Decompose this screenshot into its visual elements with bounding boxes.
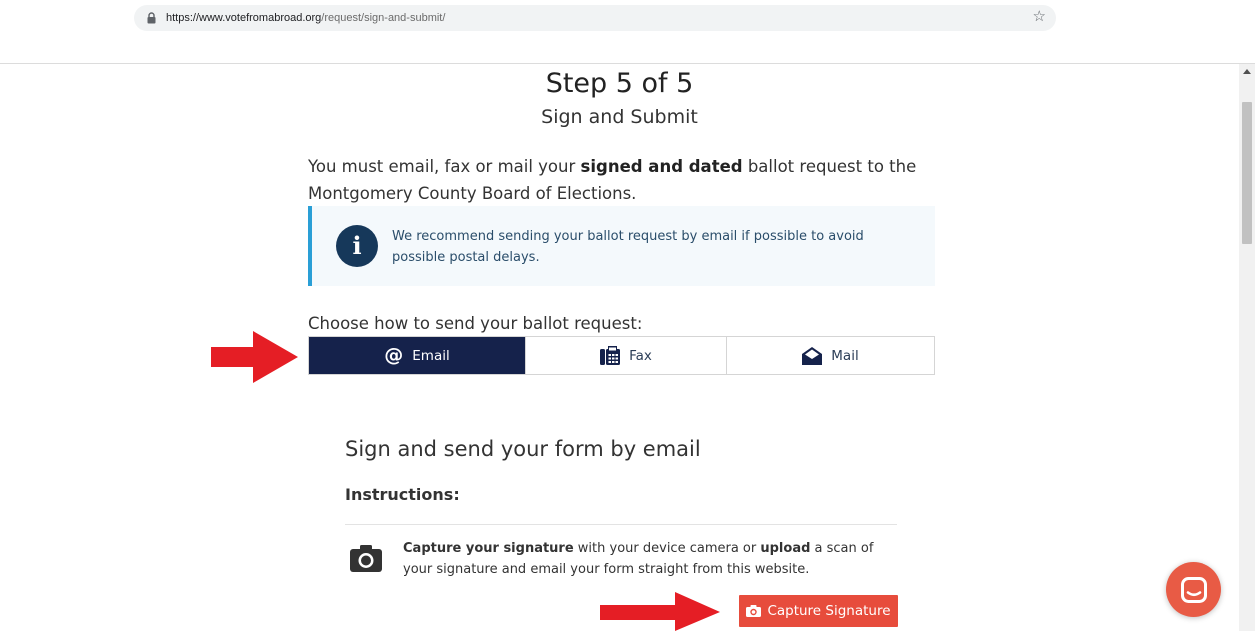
intro-paragraph: You must email, fax or mail your signed … <box>308 157 917 203</box>
scrollbar[interactable] <box>1239 64 1255 631</box>
instructions-heading: Instructions: <box>345 485 460 504</box>
info-alert: i We recommend sending your ballot reque… <box>308 206 935 286</box>
url-text[interactable]: https://www.votefromabroad.org/request/s… <box>166 11 445 25</box>
tab-fax[interactable]: Fax <box>525 337 726 374</box>
camera-icon <box>746 605 762 617</box>
chat-icon <box>1180 576 1207 603</box>
scrollbar-thumb[interactable] <box>1242 102 1252 244</box>
at-icon: @ <box>384 344 404 366</box>
lock-icon <box>147 12 156 24</box>
send-method-label: Choose how to send your ballot request: <box>308 314 643 333</box>
send-method-tabs: @ Email Fax Mail <box>308 336 935 375</box>
email-section-title: Sign and send your form by email <box>345 437 701 461</box>
page-title: Step 5 of 5 <box>545 68 694 99</box>
tab-mail[interactable]: Mail <box>726 337 934 374</box>
chat-launcher-button[interactable] <box>1166 562 1221 617</box>
red-arrow-icon <box>211 331 298 383</box>
address-bar[interactable]: https://www.votefromabroad.org/request/s… <box>134 5 1056 31</box>
tab-email[interactable]: @ Email <box>309 337 525 374</box>
star-icon[interactable]: ☆ <box>1033 8 1046 26</box>
envelope-open-icon <box>802 346 823 365</box>
browser-toolbar: https://www.votefromabroad.org/request/s… <box>0 0 1255 64</box>
capture-instructions: Capture your signature with your device … <box>403 541 874 577</box>
capture-signature-button[interactable]: Capture Signature <box>739 595 898 627</box>
alert-text: We recommend sending your ballot request… <box>392 229 864 265</box>
page-subtitle: Sign and Submit <box>541 106 698 128</box>
red-arrow-icon <box>600 592 720 631</box>
scroll-up-arrow-icon[interactable] <box>1243 69 1251 74</box>
divider <box>345 524 897 525</box>
fax-icon <box>600 346 621 365</box>
info-icon: i <box>336 225 378 267</box>
camera-icon <box>350 545 382 572</box>
